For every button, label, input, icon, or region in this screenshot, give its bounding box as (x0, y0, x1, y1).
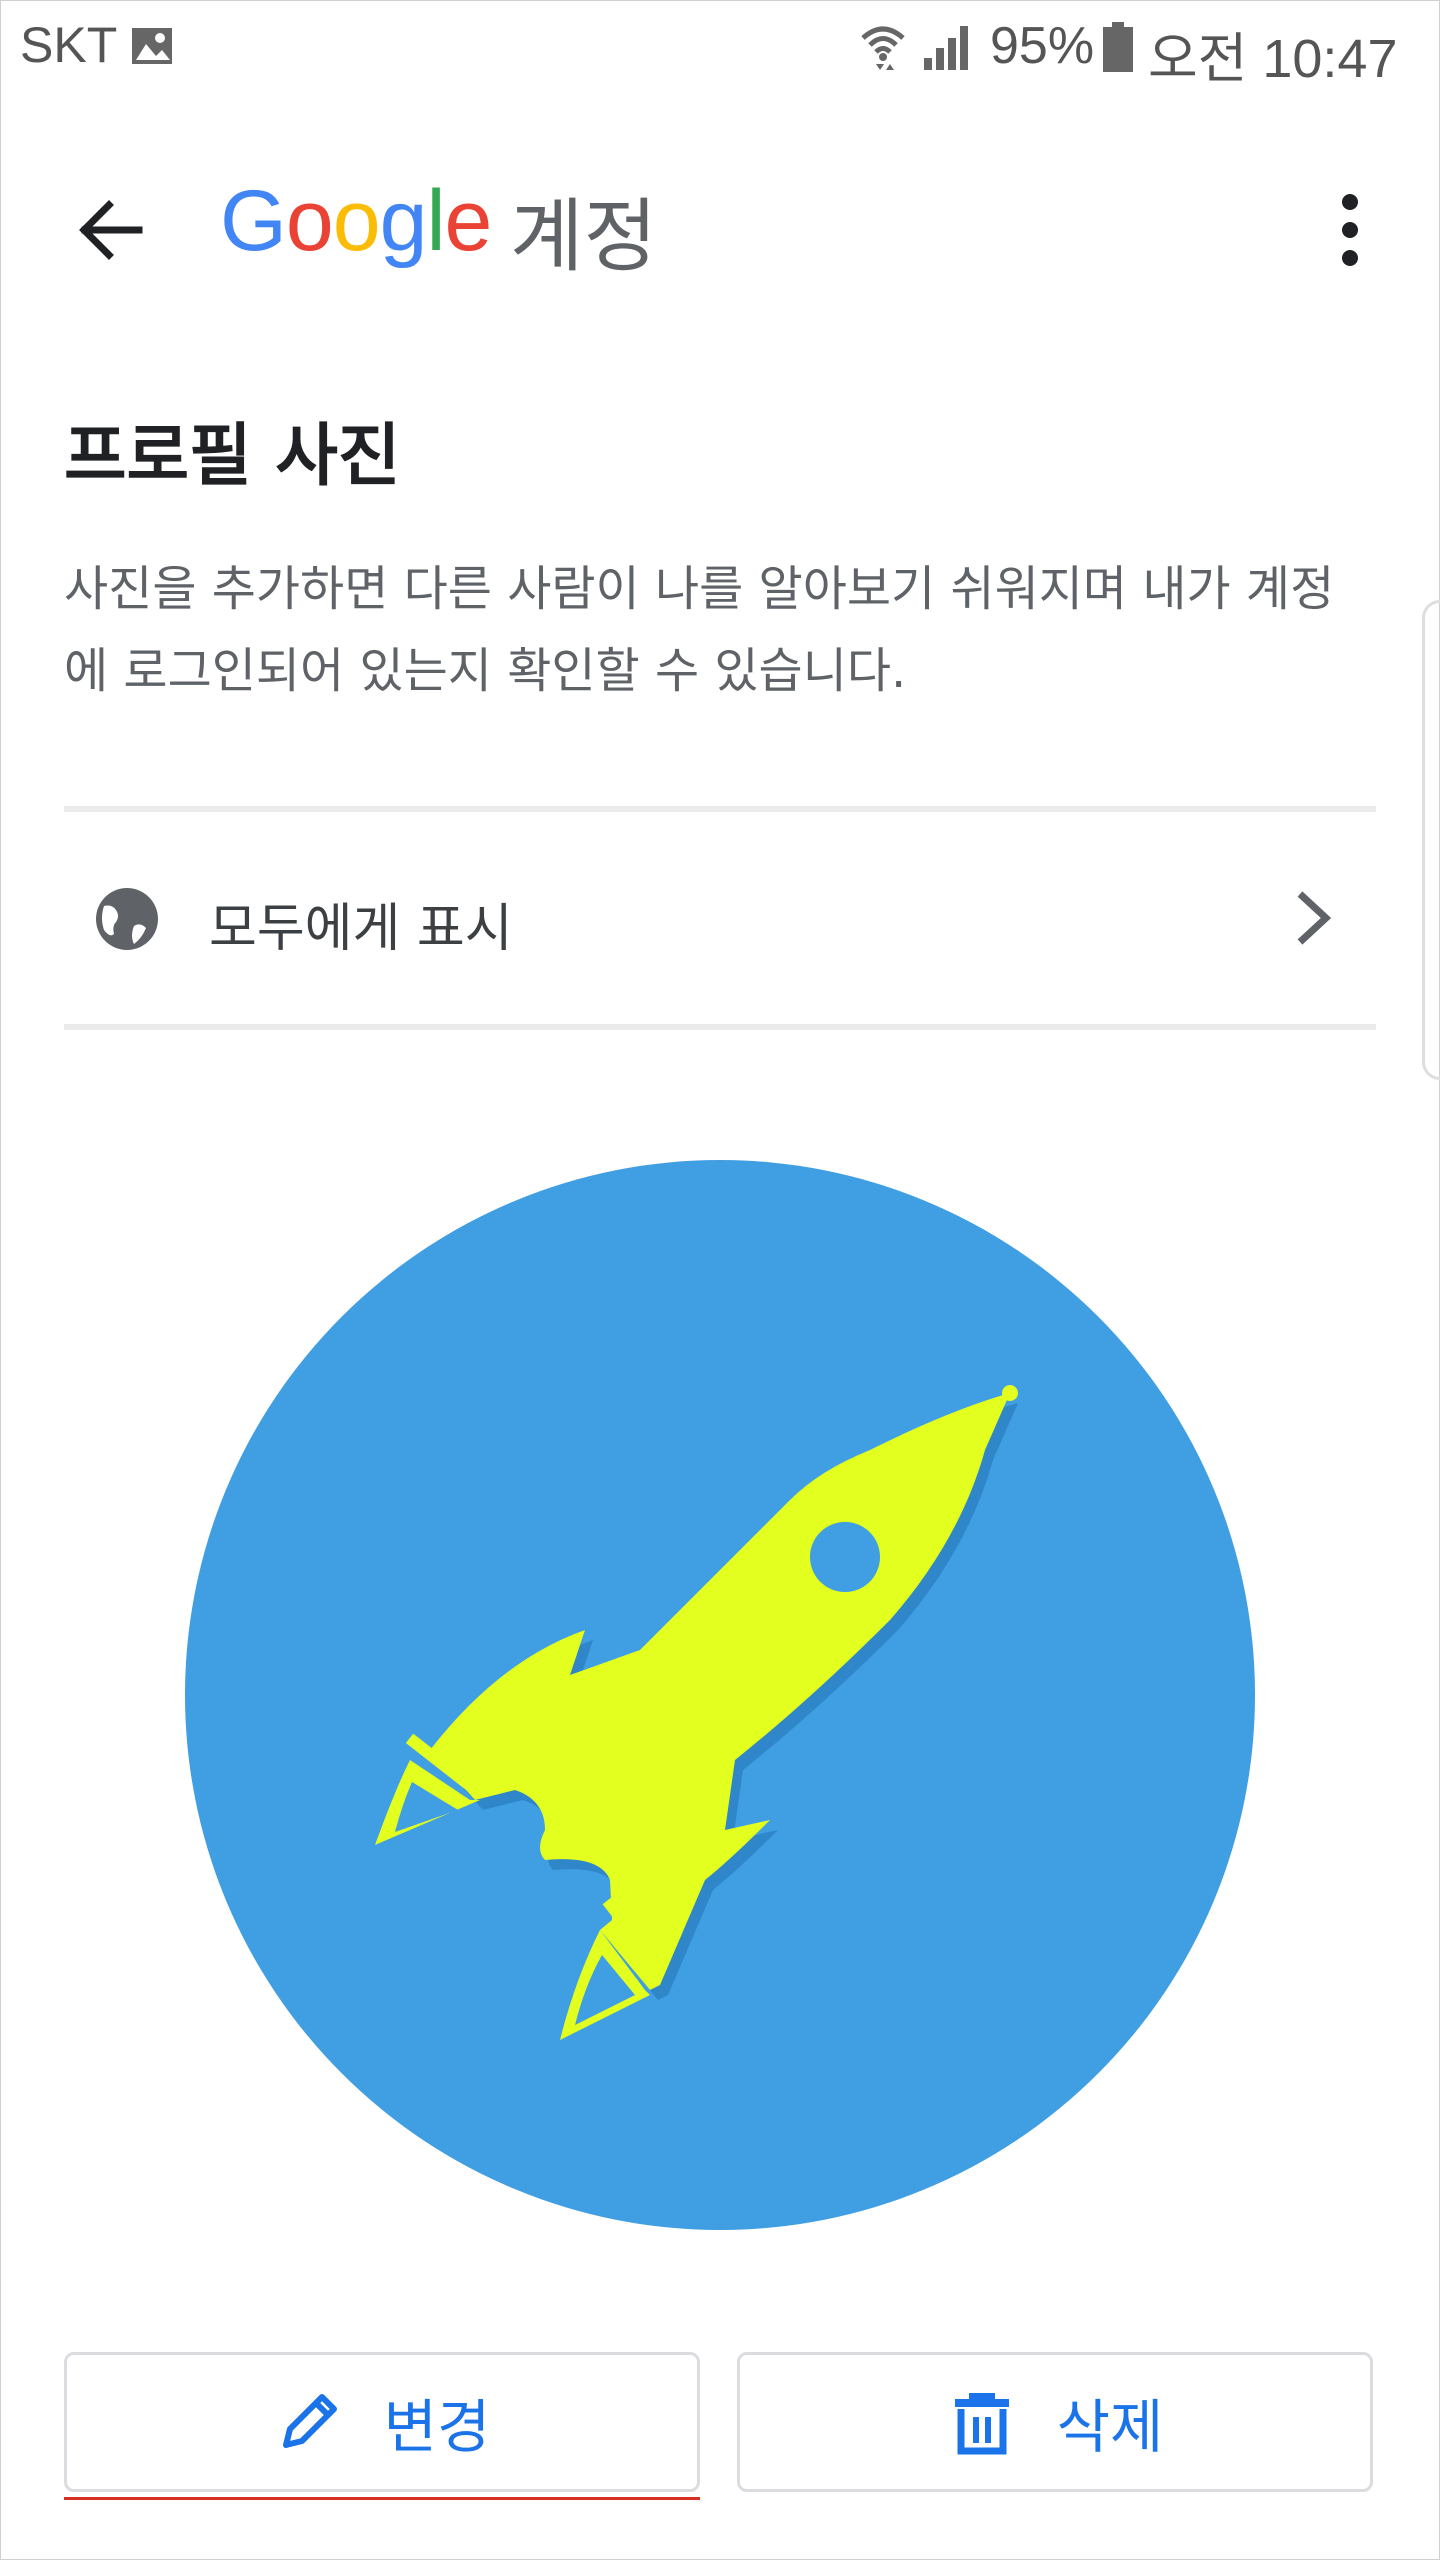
change-photo-button[interactable]: 변경 (64, 2352, 700, 2492)
logo-letter: G (220, 173, 287, 269)
rocket-icon (375, 1385, 1018, 2040)
focus-indicator (64, 2497, 700, 2500)
divider (64, 806, 1376, 812)
status-bar: SKT 95% 오전 10:47 (0, 0, 1440, 100)
more-vert-icon (1342, 194, 1358, 266)
globe-icon (96, 888, 158, 950)
pencil-icon (282, 2394, 337, 2448)
carrier-label: SKT (20, 17, 118, 73)
battery-percent: 95% (990, 17, 1095, 75)
logo-letter: e (444, 173, 493, 269)
back-arrow-icon (79, 200, 143, 260)
delete-button-label: 삭제 (1056, 2393, 1164, 2461)
profile-avatar (185, 1160, 1255, 2230)
back-button[interactable] (60, 180, 160, 280)
app-bar: Google 계정 (0, 150, 1440, 300)
edge-panel-handle[interactable] (1422, 600, 1440, 1080)
logo-letter: o (332, 173, 381, 269)
divider (64, 1024, 1376, 1030)
more-options-button[interactable] (1300, 180, 1400, 280)
delete-photo-button[interactable]: 삭제 (737, 2352, 1373, 2492)
wifi-icon (861, 26, 905, 70)
logo-letter: l (426, 173, 445, 269)
gallery-icon (132, 28, 172, 64)
signal-icon (924, 26, 968, 70)
page-title: 프로필 사진 (64, 417, 401, 496)
clock: 오전 10:47 (1148, 29, 1398, 89)
trash-icon (954, 2393, 1009, 2455)
change-button-label: 변경 (383, 2393, 491, 2461)
battery-icon (1103, 22, 1133, 72)
chevron-right-icon (1297, 891, 1332, 945)
app-title: 계정 (510, 190, 658, 283)
logo-letter: g (379, 173, 428, 269)
google-logo: Google (220, 172, 493, 271)
visibility-label: 모두에게 표시 (209, 899, 513, 959)
page-description: 사진을 추가하면 다른 사람이 나를 알아보기 쉬워지며 내가 계정에 로그인되… (64, 561, 1335, 699)
logo-letter: o (285, 173, 334, 269)
visibility-setting-row[interactable]: 모두에게 표시 (64, 816, 1376, 1024)
